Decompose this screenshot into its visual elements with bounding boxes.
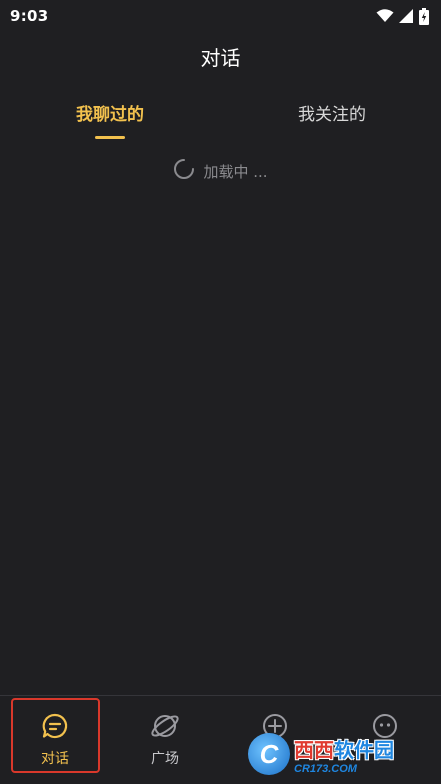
wifi-icon	[376, 9, 394, 23]
status-time: 9:03	[10, 7, 49, 25]
watermark: C 西西软件园 CR173.COM	[248, 728, 438, 780]
battery-charging-icon	[419, 7, 429, 25]
nav-item-chat[interactable]: 对话	[0, 702, 110, 774]
watermark-name-part2: 软件园	[334, 739, 394, 762]
watermark-logo: C	[248, 733, 290, 775]
status-icons	[376, 7, 429, 25]
watermark-name: 西西软件园	[294, 734, 394, 763]
planet-icon	[151, 712, 179, 740]
chat-bubble-icon	[41, 712, 69, 740]
nav-label-chat: 对话	[41, 751, 69, 767]
page-title: 对话	[200, 45, 241, 70]
watermark-name-part1: 西西	[294, 739, 334, 762]
tab-following[interactable]: 我关注的	[262, 92, 402, 132]
watermark-text: 西西软件园 CR173.COM	[294, 734, 394, 775]
spinner-icon	[173, 158, 195, 184]
nav-item-plaza[interactable]: 广场	[110, 702, 220, 774]
nav-label-plaza: 广场	[151, 751, 179, 767]
cellular-icon	[399, 9, 414, 23]
loading-text: 加载中 ...	[203, 162, 268, 181]
tab-chatted[interactable]: 我聊过的	[40, 92, 180, 132]
active-tab-indicator	[95, 136, 125, 139]
title-bar: 对话	[0, 38, 441, 74]
watermark-domain: CR173.COM	[294, 762, 357, 775]
tab-bar: 我聊过的 我关注的	[0, 92, 441, 144]
status-bar: 9:03	[0, 0, 441, 32]
loading-indicator: 加载中 ...	[0, 157, 441, 185]
